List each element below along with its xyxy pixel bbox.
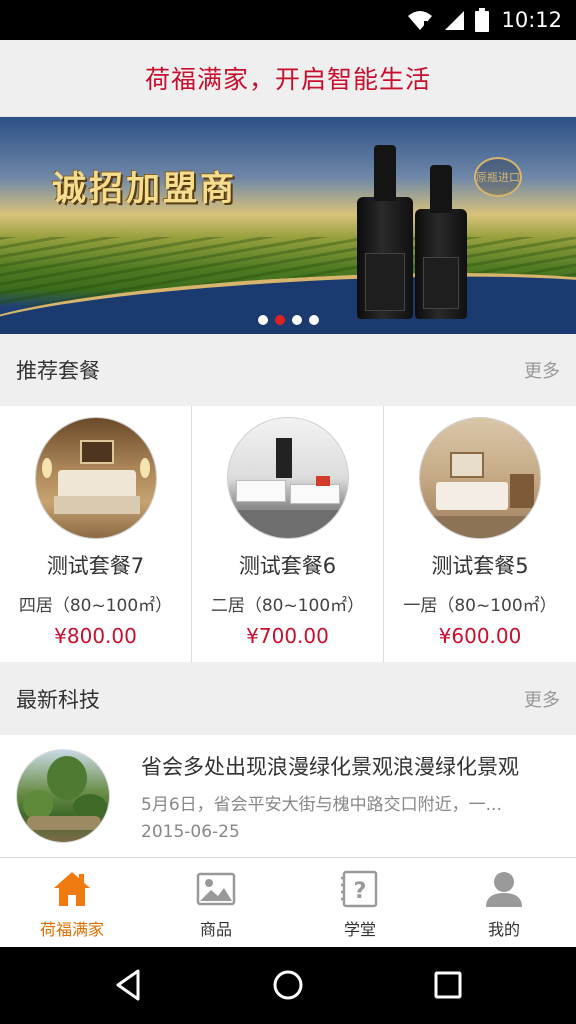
carousel-dot[interactable]: [291, 315, 302, 325]
image-icon: [196, 872, 236, 906]
tab-products[interactable]: 商品: [144, 858, 288, 948]
tab-label: 荷福满家: [39, 920, 104, 939]
package-image: [35, 417, 157, 539]
news-date: 2015-06-25: [141, 822, 240, 842]
system-nav-bar: [0, 947, 576, 1024]
svg-text:?: ?: [354, 879, 367, 904]
package-name: 测试套餐7: [46, 554, 145, 578]
package-image: [419, 417, 541, 539]
package-card[interactable]: 测试套餐5 一居（80~100㎡） ¥600.00: [384, 406, 576, 662]
tab-label: 我的: [487, 920, 520, 939]
status-bar: 10:12: [0, 0, 576, 40]
package-size: 一居（80~100㎡）: [403, 596, 557, 616]
package-card[interactable]: 测试套餐7 四居（80~100㎡） ¥800.00: [0, 406, 192, 662]
import-seal: 原瓶进口: [474, 157, 522, 197]
package-size: 四居（80~100㎡）: [18, 596, 173, 616]
wine-bottle-left: [357, 145, 413, 319]
package-card[interactable]: 测试套餐6 二居（80~100㎡） ¥700.00: [192, 406, 384, 662]
carousel-dots[interactable]: [0, 315, 576, 325]
wifi-icon: [408, 11, 433, 30]
package-price: ¥800.00: [54, 624, 137, 648]
person-icon: [486, 872, 522, 907]
tech-title: 最新科技: [16, 688, 100, 712]
tab-school[interactable]: ? 学堂: [288, 858, 432, 948]
home-button-icon[interactable]: [268, 965, 308, 1005]
news-thumbnail: [16, 749, 110, 843]
clock: 10:12: [501, 8, 562, 32]
tab-profile[interactable]: 我的: [432, 858, 576, 948]
recents-icon[interactable]: [428, 965, 468, 1005]
question-book-icon: ?: [341, 870, 378, 908]
home-icon: [54, 872, 90, 906]
tab-label: 学堂: [343, 920, 376, 939]
recommend-section-header: 推荐套餐 更多: [0, 334, 576, 406]
carousel-dot[interactable]: [257, 315, 268, 325]
bottom-tab-bar: 荷福满家 商品 ? 学堂 我的: [0, 857, 576, 947]
package-image: [227, 417, 349, 539]
status-icons: 10:12: [407, 0, 562, 40]
battery-icon: [475, 8, 490, 32]
tech-section-header: 最新科技 更多: [0, 663, 576, 735]
signal-icon: [445, 11, 465, 30]
tech-more-link[interactable]: 更多: [524, 686, 560, 712]
app-header: 荷福满家，开启智能生活: [0, 40, 576, 117]
news-title: 省会多处出现浪漫绿化景观浪漫绿化景观: [141, 755, 519, 779]
package-list: 测试套餐7 四居（80~100㎡） ¥800.00 测试套餐6 二居（80~10…: [0, 406, 576, 662]
package-name: 测试套餐6: [238, 554, 337, 578]
package-name: 测试套餐5: [431, 554, 529, 578]
carousel-dot-active[interactable]: [274, 315, 285, 325]
tab-home[interactable]: 荷福满家: [0, 858, 144, 948]
package-size: 二居（80~100㎡）: [210, 596, 365, 616]
wine-bottle-right: [415, 165, 467, 319]
carousel-dot[interactable]: [308, 315, 319, 325]
package-price: ¥600.00: [438, 624, 522, 648]
recommend-more-link[interactable]: 更多: [524, 357, 560, 383]
news-summary: 5月6日，省会平安大街与槐中路交口附近，一...: [141, 795, 502, 815]
recommend-title: 推荐套餐: [16, 359, 100, 383]
back-icon[interactable]: [108, 965, 148, 1005]
tab-label: 商品: [199, 920, 232, 939]
page-title: 荷福满家，开启智能生活: [144, 65, 431, 94]
package-price: ¥700.00: [246, 624, 329, 648]
news-item[interactable]: 省会多处出现浪漫绿化景观浪漫绿化景观 5月6日，省会平安大街与槐中路交口附近，一…: [0, 735, 576, 857]
promo-banner[interactable]: 诚招加盟商 原瓶进口: [0, 117, 576, 334]
banner-headline: 诚招加盟商: [52, 169, 237, 209]
